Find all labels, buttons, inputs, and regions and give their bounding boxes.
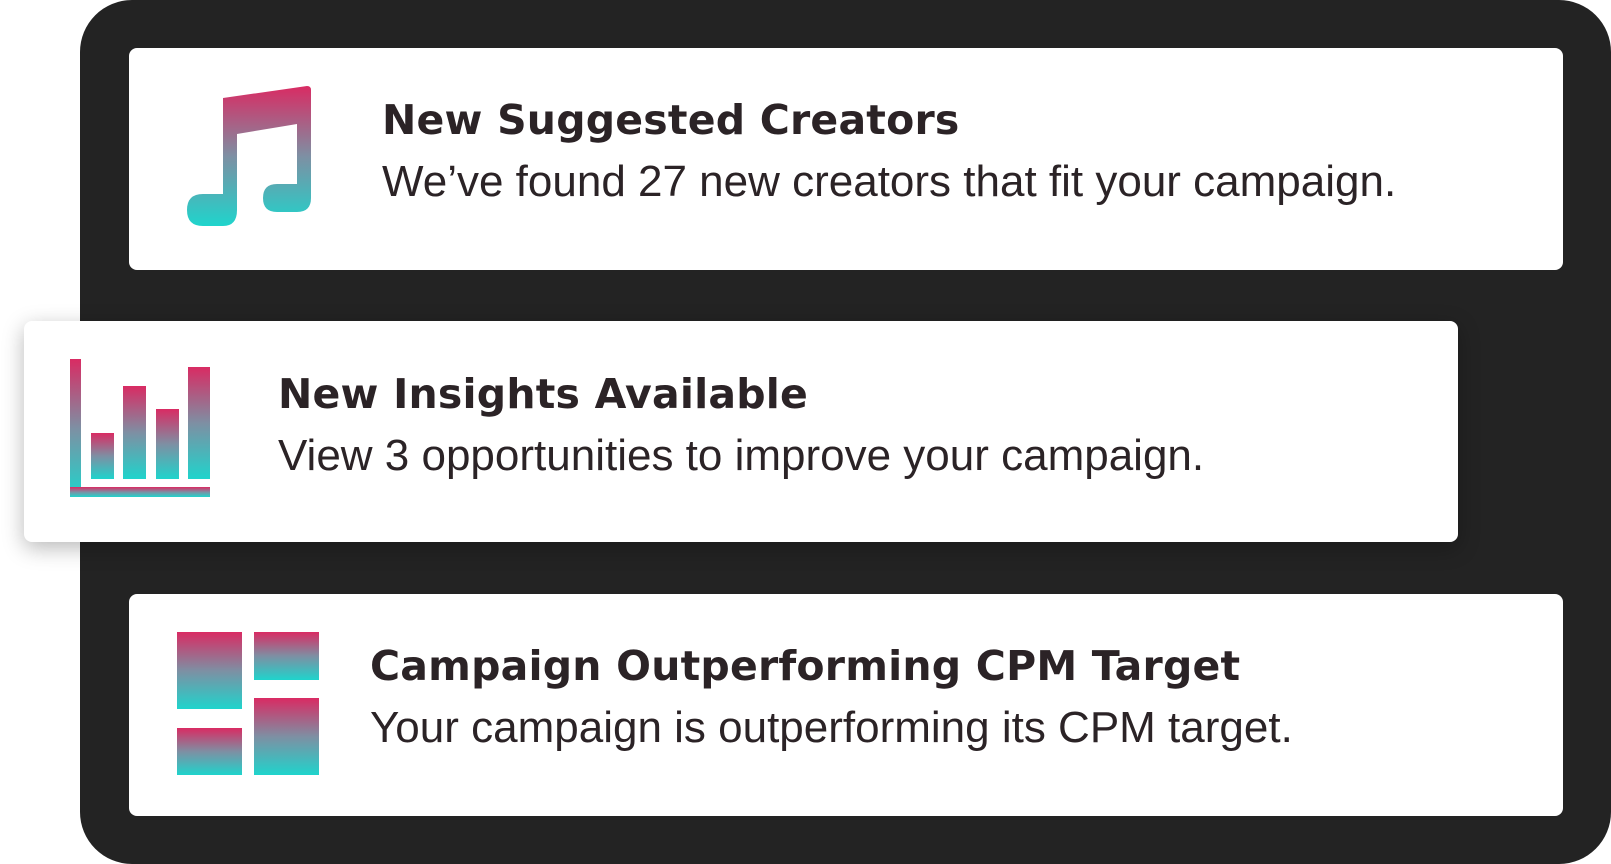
bar-chart-icon (70, 359, 210, 497)
notification-title: New Suggested Creators (382, 96, 960, 144)
notification-text: New Insights Available View 3 opportunit… (278, 366, 1204, 488)
notification-card-cpm-target[interactable]: Campaign Outperforming CPM Target Your c… (129, 594, 1563, 816)
notification-title: Campaign Outperforming CPM Target (370, 642, 1241, 690)
notification-title: New Insights Available (278, 370, 809, 418)
dashboard-grid-icon (177, 632, 319, 775)
notification-card-insights[interactable]: New Insights Available View 3 opportunit… (24, 321, 1458, 542)
notification-card-suggested-creators[interactable]: New Suggested Creators We’ve found 27 ne… (129, 48, 1563, 270)
notification-description: Your campaign is outperforming its CPM t… (370, 703, 1293, 752)
notification-description: We’ve found 27 new creators that fit you… (382, 157, 1397, 206)
music-note-icon (187, 86, 311, 226)
notification-text: New Suggested Creators We’ve found 27 ne… (382, 92, 1396, 214)
notification-description: View 3 opportunities to improve your cam… (278, 431, 1205, 480)
notification-text: Campaign Outperforming CPM Target Your c… (370, 638, 1293, 760)
